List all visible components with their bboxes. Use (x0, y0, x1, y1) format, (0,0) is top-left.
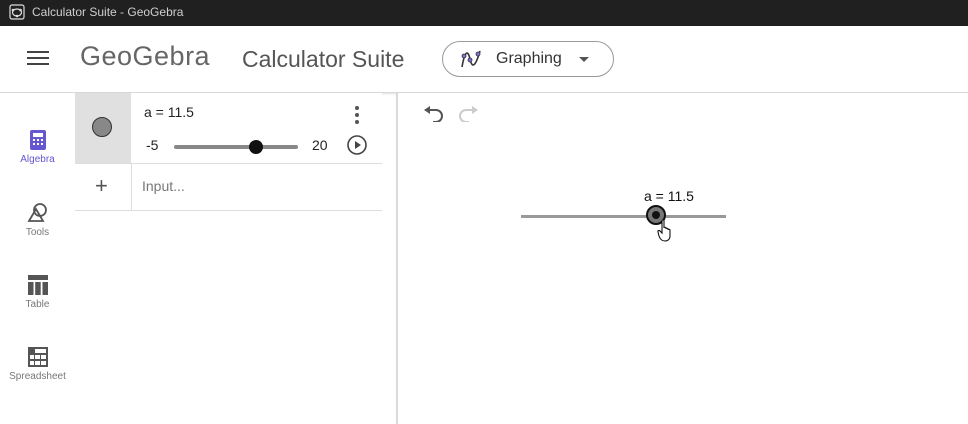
add-item-cell: + (75, 164, 132, 210)
spreadsheet-icon (27, 347, 48, 367)
algebra-input-row: + (75, 164, 382, 211)
hand-cursor-icon (657, 219, 671, 242)
algebra-input[interactable] (142, 178, 362, 194)
geogebra-app-icon (9, 4, 25, 20)
nav-item-algebra[interactable]: Algebra (0, 130, 75, 190)
algebra-slider-track[interactable] (174, 140, 298, 154)
app-picker-dropdown[interactable]: Graphing (442, 41, 614, 77)
graphics-slider-label[interactable]: a = 11.5 (644, 188, 694, 204)
redo-icon[interactable] (457, 106, 479, 122)
nav-label-tools: Tools (25, 227, 50, 238)
app-header: GeoGebra Calculator Suite Graphing (0, 26, 968, 93)
nav-item-spreadsheet[interactable]: Spreadsheet (0, 347, 75, 407)
left-navigation: Algebra Tools Table Spreadsheet (0, 93, 76, 424)
menu-icon[interactable] (27, 51, 49, 67)
nav-item-table[interactable]: Table (0, 275, 75, 335)
window-titlebar: Calculator Suite - GeoGebra (0, 0, 968, 26)
nav-label-algebra: Algebra (20, 154, 55, 165)
calculator-icon (29, 130, 46, 150)
algebra-slider-thumb[interactable] (248, 140, 263, 154)
graphics-slider-track[interactable] (521, 205, 726, 225)
geogebra-logo: GeoGebra (80, 41, 211, 71)
algebra-view: a = 11.5 -5 20 + (75, 93, 382, 424)
tools-shapes-icon (26, 203, 47, 222)
slider-definition[interactable]: a = 11.5 (144, 104, 194, 120)
nav-label-spreadsheet: Spreadsheet (9, 371, 66, 382)
table-icon (27, 275, 48, 295)
graphics-view[interactable] (398, 93, 968, 424)
slider-min-label[interactable]: -5 (146, 137, 158, 153)
graphing-icon (461, 50, 481, 68)
app-picker-label: Graphing (496, 50, 562, 67)
nav-item-tools[interactable]: Tools (0, 203, 75, 263)
suite-title: Calculator Suite (242, 46, 405, 72)
slider-max-label[interactable]: 20 (312, 137, 328, 153)
add-icon[interactable]: + (95, 175, 108, 197)
window-title: Calculator Suite - GeoGebra (32, 5, 184, 19)
undo-icon[interactable] (423, 106, 445, 122)
chevron-down-icon (579, 57, 589, 62)
algebra-row-a: a = 11.5 -5 20 (75, 93, 382, 164)
play-icon[interactable] (347, 135, 367, 155)
nav-label-table: Table (25, 299, 50, 310)
visibility-cell (75, 93, 131, 163)
visibility-toggle[interactable] (92, 117, 112, 137)
more-options-icon[interactable] (355, 106, 359, 127)
